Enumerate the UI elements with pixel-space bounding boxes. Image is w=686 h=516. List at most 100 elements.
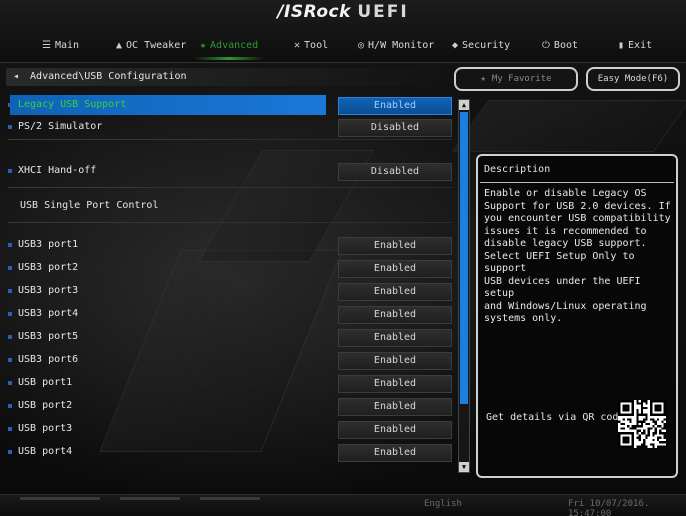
easy-mode-label: Easy Mode(F6) [597, 74, 669, 84]
main-tabs: ☰ Main ▲ OC Tweaker ★ Advanced ✕ Tool ◎ H/W Monit… [4, 34, 684, 60]
setting-label: USB3 port5 [18, 331, 79, 342]
row-divider [8, 187, 453, 188]
setting-label: USB3 port4 [18, 308, 79, 319]
setting-row[interactable]: USB port2 Enabled [8, 396, 453, 416]
setting-bullet-icon [8, 289, 12, 293]
setting-value-dropdown[interactable]: Enabled [338, 237, 452, 255]
tab-tool[interactable]: ✕ Tool [294, 34, 328, 58]
setting-label: XHCI Hand-off [18, 165, 97, 176]
setting-value-dropdown[interactable]: Enabled [338, 283, 452, 301]
breadcrumb[interactable]: ◂ Advanced\USB Configuration [6, 68, 446, 86]
setting-label: USB port1 [18, 377, 73, 388]
setting-label: PS/2 Simulator [18, 121, 103, 132]
decorative-stripe [200, 497, 260, 500]
setting-row[interactable]: USB port1 Enabled [8, 373, 453, 393]
tab-label: OC Tweaker [126, 40, 187, 51]
logo-brand: /ISRock [277, 2, 351, 22]
back-arrow-icon[interactable]: ◂ [8, 68, 24, 86]
easy-mode-button[interactable]: Easy Mode(F6) [586, 67, 680, 91]
tab-advanced[interactable]: ★ Advanced [193, 34, 265, 60]
tab-label: Security [462, 40, 511, 51]
setting-value-dropdown[interactable]: Enabled [338, 444, 452, 462]
tab-security[interactable]: ◆ Security [452, 34, 510, 58]
setting-row[interactable]: USB3 port2 Enabled [8, 258, 453, 278]
setting-bullet-icon [8, 427, 12, 431]
setting-row[interactable]: PS/2 Simulator Disabled [8, 117, 453, 137]
qr-code-icon [618, 400, 666, 448]
power-icon: ⏻ [542, 40, 550, 51]
setting-label: USB3 port1 [18, 239, 79, 250]
setting-bullet-icon [8, 243, 12, 247]
tab-label: Advanced [210, 40, 259, 51]
description-divider [480, 182, 674, 183]
tab-exit[interactable]: ▮ Exit [618, 34, 652, 58]
setting-row[interactable]: USB3 port4 Enabled [8, 304, 453, 324]
tab-oc-tweaker[interactable]: ▲ OC Tweaker [116, 34, 186, 58]
description-text: Enable or disable Legacy OS Support for … [484, 188, 671, 324]
setting-value-dropdown[interactable]: Enabled [338, 329, 452, 347]
logo-suffix: UEFI [357, 2, 409, 22]
scroll-thumb[interactable] [460, 112, 468, 404]
section-header-label: USB Single Port Control [20, 200, 159, 211]
setting-label: Legacy USB Support [10, 95, 327, 115]
system-datetime: Fri 10/07/2016. 15:47:00 [568, 499, 650, 516]
my-favorite-label: My Favorite [491, 74, 552, 84]
setting-row[interactable]: XHCI Hand-off Disabled [8, 161, 453, 181]
star-icon: ★ [480, 74, 486, 84]
bottom-bar: English Fri 10/07/2016. 15:47:00 [0, 494, 686, 516]
setting-bullet-icon [8, 169, 12, 173]
tab-label: H/W Monitor [368, 40, 435, 51]
my-favorite-button[interactable]: ★ My Favorite [454, 67, 578, 91]
tab-label: Main [54, 40, 80, 51]
setting-value-dropdown[interactable]: Enabled [338, 421, 452, 439]
tab-label: Exit [628, 40, 653, 51]
setting-value-dropdown[interactable]: Enabled [338, 398, 452, 416]
tab-label: Tool [304, 40, 329, 51]
setting-row[interactable]: Legacy USB Support Enabled [8, 95, 453, 115]
setting-value-dropdown[interactable]: Enabled [338, 97, 452, 115]
settings-scrollbar[interactable]: ▲ ▼ [458, 99, 470, 473]
asrock-uefi-logo: /ISRock UEFI [0, 2, 686, 22]
rocket-icon: ▲ [116, 40, 123, 51]
setting-value-dropdown[interactable]: Enabled [338, 375, 452, 393]
scroll-up-arrow-icon[interactable]: ▲ [459, 100, 469, 110]
door-icon: ▮ [618, 40, 625, 51]
scroll-down-arrow-icon[interactable]: ▼ [459, 462, 469, 472]
row-divider [8, 139, 453, 140]
list-icon: ☰ [42, 40, 51, 51]
tab-main[interactable]: ☰ Main [42, 34, 79, 58]
tab-label: Boot [553, 40, 579, 51]
setting-row[interactable]: USB3 port6 Enabled [8, 350, 453, 370]
bios-screen: /ISRock UEFI ☰ Main ▲ OC Tweaker ★ Advanced ✕ T… [0, 0, 686, 516]
setting-label: USB3 port2 [18, 262, 79, 273]
setting-row[interactable]: USB port3 Enabled [8, 419, 453, 439]
settings-list: Legacy USB Support Enabled PS/2 Simulator D… [0, 95, 460, 465]
setting-label: USB3 port3 [18, 285, 79, 296]
setting-bullet-icon [8, 358, 12, 362]
setting-bullet-icon [8, 450, 12, 454]
setting-bullet-icon [8, 335, 12, 339]
setting-bullet-icon [8, 312, 12, 316]
setting-row[interactable]: USB3 port5 Enabled [8, 327, 453, 347]
setting-label: USB port2 [18, 400, 73, 411]
setting-row[interactable]: USB port4 Enabled [8, 442, 453, 462]
language-selector[interactable]: English [424, 499, 462, 509]
gauge-icon: ◎ [358, 40, 365, 51]
description-panel: Description Enable or disable Legacy OS … [476, 154, 678, 478]
setting-value-dropdown[interactable]: Enabled [338, 352, 452, 370]
wrench-icon: ✕ [294, 40, 301, 51]
setting-value-dropdown[interactable]: Disabled [338, 163, 452, 181]
setting-value-dropdown[interactable]: Disabled [338, 119, 452, 137]
setting-row[interactable]: USB3 port3 Enabled [8, 281, 453, 301]
setting-bullet-icon [8, 266, 12, 270]
setting-bullet-icon [8, 404, 12, 408]
tab-boot[interactable]: ⏻ Boot [542, 34, 578, 58]
top-bar: /ISRock UEFI ☰ Main ▲ OC Tweaker ★ Advanced ✕ T… [0, 0, 686, 63]
setting-row[interactable]: USB3 port1 Enabled [8, 235, 453, 255]
setting-value-dropdown[interactable]: Enabled [338, 306, 452, 324]
setting-label: USB port4 [18, 446, 73, 457]
tab-h-w-monitor[interactable]: ◎ H/W Monitor [358, 34, 434, 58]
section-divider [8, 222, 453, 223]
setting-value-dropdown[interactable]: Enabled [338, 260, 452, 278]
setting-label: USB3 port6 [18, 354, 79, 365]
